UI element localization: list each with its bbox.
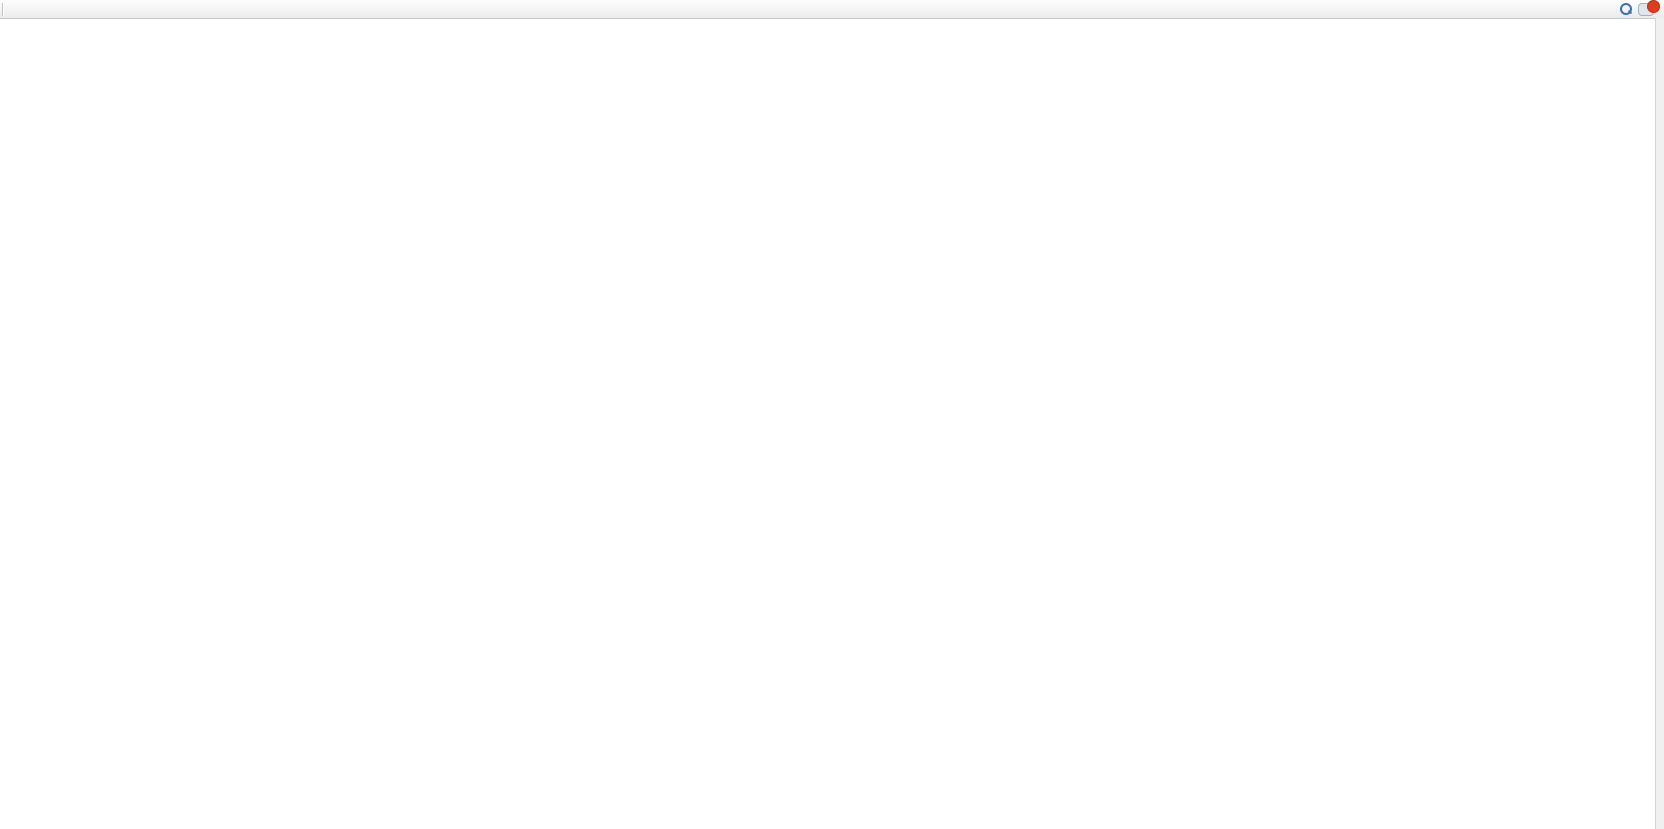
window-edge bbox=[1655, 18, 1664, 829]
chart-window[interactable] bbox=[0, 18, 1664, 829]
toolbar-right bbox=[1614, 3, 1664, 16]
mt4-window: { "toolbar": { "new_order": {"label": "新… bbox=[0, 0, 1664, 829]
main-toolbar bbox=[0, 0, 1664, 19]
toolbar-separator bbox=[2, 3, 3, 16]
chat-icon[interactable] bbox=[1638, 3, 1654, 16]
price-chart-canvas[interactable] bbox=[0, 18, 1664, 829]
search-icon[interactable] bbox=[1620, 3, 1632, 15]
notification-badge bbox=[1647, 0, 1660, 13]
timeframe-toolbar bbox=[5, 0, 11, 18]
